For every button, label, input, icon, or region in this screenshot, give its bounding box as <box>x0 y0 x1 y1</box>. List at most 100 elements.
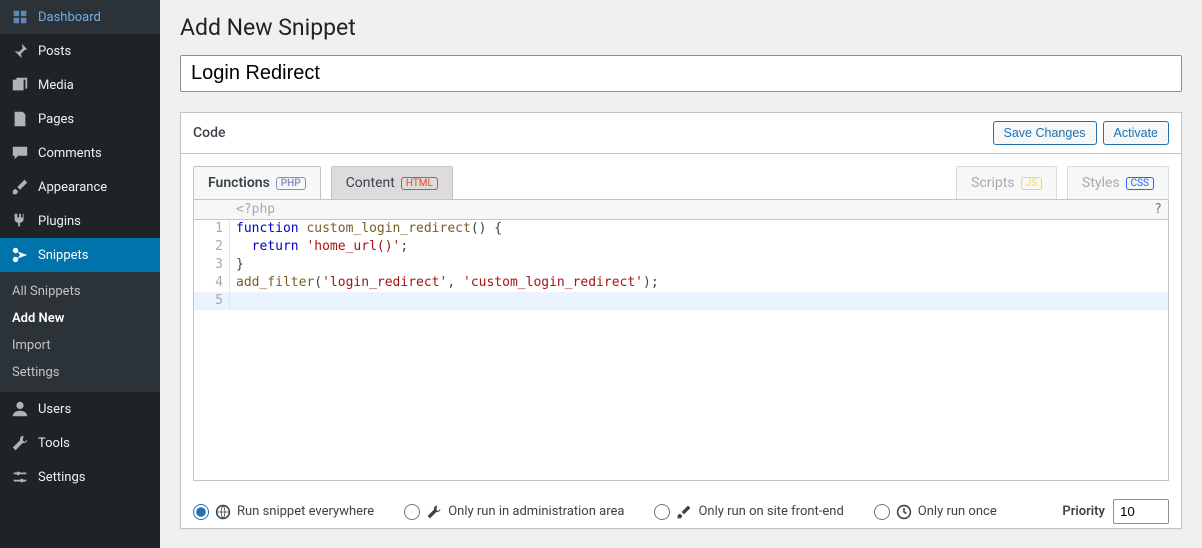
sidebar-item-label: Comments <box>38 146 102 161</box>
submenu-item-settings[interactable]: Settings <box>0 359 160 386</box>
sidebar-item-label: Posts <box>38 44 71 59</box>
pages-icon <box>10 109 30 129</box>
run-option-label: Only run in administration area <box>448 504 624 519</box>
pin-icon <box>10 41 30 61</box>
code-tabs: Functions PHP Content HTML Scripts JS St… <box>181 154 1181 199</box>
clock-icon <box>896 504 912 520</box>
run-radio[interactable] <box>874 504 890 520</box>
submenu-item-all-snippets[interactable]: All Snippets <box>0 278 160 305</box>
submenu-item-add-new[interactable]: Add New <box>0 305 160 332</box>
help-icon[interactable]: ? <box>1148 200 1168 219</box>
scissors-icon <box>10 245 30 265</box>
run-option-label: Run snippet everywhere <box>237 504 374 519</box>
line-number: 1 <box>194 220 230 238</box>
sidebar-item-tools[interactable]: Tools <box>0 426 160 460</box>
code-content[interactable]: add_filter('login_redirect', 'custom_log… <box>230 274 1168 292</box>
plug-icon <box>10 211 30 231</box>
priority-input[interactable] <box>1113 499 1169 524</box>
sidebar-item-pages[interactable]: Pages <box>0 102 160 136</box>
sidebar-item-label: Users <box>38 402 71 417</box>
sidebar-item-label: Snippets <box>38 248 89 263</box>
sidebar-item-label: Pages <box>38 112 74 127</box>
tab-styles-label: Styles <box>1082 175 1120 191</box>
sidebar-item-label: Dashboard <box>38 10 101 25</box>
tab-functions[interactable]: Functions PHP <box>193 166 321 199</box>
code-line[interactable]: 4add_filter('login_redirect', 'custom_lo… <box>194 274 1168 292</box>
priority-label: Priority <box>1062 504 1105 519</box>
sidebar-item-posts[interactable]: Posts <box>0 34 160 68</box>
js-badge: JS <box>1021 177 1042 190</box>
run-radio[interactable] <box>404 504 420 520</box>
snippet-title-input[interactable] <box>180 55 1182 92</box>
page-title: Add New Snippet <box>180 14 1182 41</box>
line-number: 2 <box>194 238 230 256</box>
code-content[interactable] <box>230 292 1168 310</box>
sidebar-item-label: Tools <box>38 436 70 451</box>
line-number: 4 <box>194 274 230 292</box>
sidebar-item-appearance[interactable]: Appearance <box>0 170 160 204</box>
sliders-icon <box>10 467 30 487</box>
run-option-label: Only run on site front-end <box>698 504 843 519</box>
comments-icon <box>10 143 30 163</box>
tab-content-label: Content <box>346 175 395 191</box>
php-open-tag: <?php <box>194 200 281 219</box>
tab-content[interactable]: Content HTML <box>331 166 453 199</box>
sidebar-item-label: Media <box>38 78 74 93</box>
sidebar-item-label: Appearance <box>38 180 107 195</box>
tab-scripts-label: Scripts <box>971 175 1014 191</box>
brush-icon <box>10 177 30 197</box>
code-line[interactable]: 3} <box>194 256 1168 274</box>
code-line[interactable]: 2 return 'home_url()'; <box>194 238 1168 256</box>
user-icon <box>10 399 30 419</box>
tab-scripts: Scripts JS <box>956 166 1057 199</box>
wrench-icon <box>10 433 30 453</box>
sidebar-submenu: All SnippetsAdd NewImportSettings <box>0 272 160 392</box>
run-radio[interactable] <box>193 504 209 520</box>
editor-empty-area[interactable] <box>194 310 1168 480</box>
css-badge: CSS <box>1126 177 1154 190</box>
sidebar-item-media[interactable]: Media <box>0 68 160 102</box>
code-content[interactable]: function custom_login_redirect() { <box>230 220 1168 238</box>
php-badge: PHP <box>276 177 306 190</box>
run-radio[interactable] <box>654 504 670 520</box>
run-option-2[interactable]: Only run on site front-end <box>654 504 843 520</box>
code-heading: Code <box>193 125 225 141</box>
main-content: Add New Snippet Code Save Changes Activa… <box>160 0 1202 548</box>
dashboard-icon <box>10 7 30 27</box>
code-content[interactable]: } <box>230 256 1168 274</box>
run-option-0[interactable]: Run snippet everywhere <box>193 504 374 520</box>
submenu-item-import[interactable]: Import <box>0 332 160 359</box>
code-postbox: Code Save Changes Activate Functions PHP… <box>180 112 1182 529</box>
code-line[interactable]: 1function custom_login_redirect() { <box>194 220 1168 238</box>
run-option-3[interactable]: Only run once <box>874 504 997 520</box>
sidebar-item-label: Settings <box>38 470 85 485</box>
postbox-buttons: Save Changes Activate <box>993 121 1169 145</box>
sidebar-item-label: Plugins <box>38 214 81 229</box>
code-editor[interactable]: <?php ? 1function custom_login_redirect(… <box>193 199 1169 481</box>
priority-field: Priority <box>1062 499 1169 524</box>
run-options: Run snippet everywhere Only run in admini… <box>181 481 1181 528</box>
tab-functions-label: Functions <box>208 175 270 191</box>
sidebar-item-users[interactable]: Users <box>0 392 160 426</box>
run-option-label: Only run once <box>918 504 997 519</box>
code-content[interactable]: return 'home_url()'; <box>230 238 1168 256</box>
paint-icon <box>676 504 692 520</box>
sidebar-item-settings[interactable]: Settings <box>0 460 160 494</box>
code-line[interactable]: 5 <box>194 292 1168 310</box>
globe-icon <box>215 504 231 520</box>
wrench-icon <box>426 504 442 520</box>
postbox-header: Code Save Changes Activate <box>181 113 1181 154</box>
sidebar-item-snippets[interactable]: Snippets <box>0 238 160 272</box>
tab-styles: Styles CSS <box>1067 166 1169 199</box>
line-number: 5 <box>194 292 230 310</box>
line-number: 3 <box>194 256 230 274</box>
sidebar-item-dashboard[interactable]: Dashboard <box>0 0 160 34</box>
run-option-1[interactable]: Only run in administration area <box>404 504 624 520</box>
html-badge: HTML <box>401 177 438 190</box>
save-changes-button[interactable]: Save Changes <box>993 121 1097 145</box>
admin-sidebar: Dashboard Posts Media Pages Comments Appearan… <box>0 0 160 548</box>
sidebar-item-plugins[interactable]: Plugins <box>0 204 160 238</box>
sidebar-item-comments[interactable]: Comments <box>0 136 160 170</box>
activate-button[interactable]: Activate <box>1103 121 1169 145</box>
media-icon <box>10 75 30 95</box>
